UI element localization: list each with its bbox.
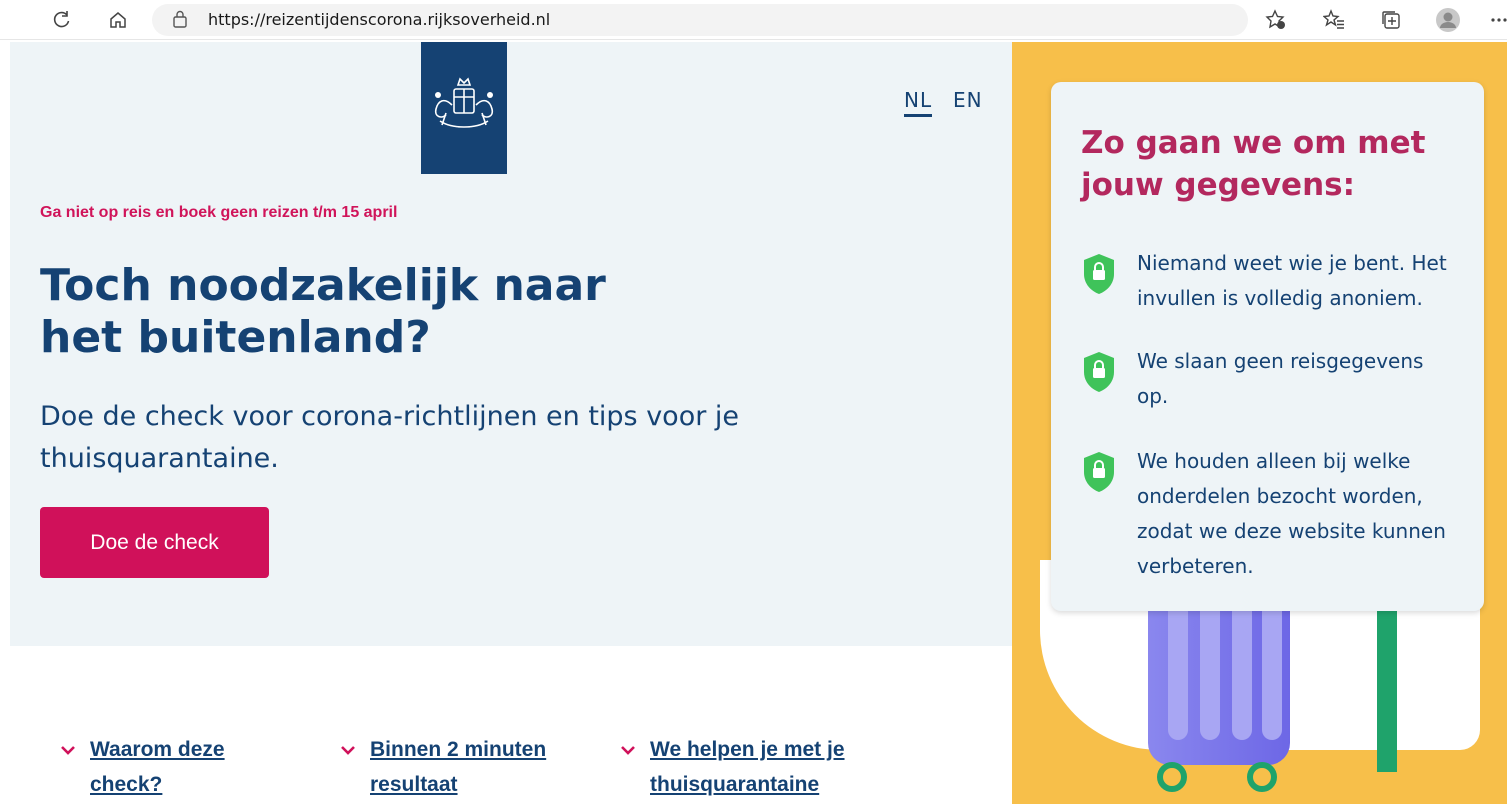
link-quarantine-line-1[interactable]: We helpen je met je [650, 732, 845, 767]
privacy-item-line: verbeteren. [1137, 554, 1254, 578]
shield-lock-icon [1081, 450, 1117, 494]
suitcase-stripe [1262, 600, 1282, 740]
privacy-item-text: We slaan geen reisgegevens op. [1137, 344, 1467, 414]
suitcase-stripe [1168, 600, 1188, 740]
privacy-item-text: We houden alleen bij welke onderdelen be… [1137, 444, 1467, 584]
privacy-item-line: We houden alleen bij welke [1137, 449, 1411, 473]
privacy-item-line: We slaan geen reisgegevens [1137, 349, 1424, 373]
browser-toolbar: https://reizentijdenscorona.rijksoverhei… [0, 0, 1507, 40]
lock-icon[interactable] [172, 10, 190, 30]
link-why-check-line-1[interactable]: Waarom deze [90, 732, 225, 767]
link-result-line-1[interactable]: Binnen 2 minuten [370, 732, 546, 767]
shield-lock-icon [1081, 350, 1117, 394]
chevron-down-icon [620, 733, 636, 768]
address-bar[interactable]: https://reizentijdenscorona.rijksoverhei… [152, 4, 1248, 36]
lead-line-2: thuisquarantaine. [40, 443, 279, 474]
link-home-quarantine[interactable]: We helpen je met je thuisquarantaine [621, 732, 845, 802]
illustration-pole [1377, 600, 1397, 772]
rijksoverheid-logo[interactable] [421, 42, 507, 174]
lang-nl-link[interactable]: NL [904, 88, 933, 117]
privacy-item-line: op. [1137, 384, 1169, 408]
do-check-button[interactable]: Doe de check [40, 507, 269, 578]
privacy-item-line: zodat we deze website kunnen [1137, 519, 1446, 543]
travel-alert: Ga niet op reis en boek geen reizen t/m … [40, 204, 398, 221]
suitcase-stripe [1200, 600, 1220, 740]
link-quarantine-line-2[interactable]: thuisquarantaine [650, 767, 845, 802]
suitcase-wheel [1157, 762, 1187, 792]
suitcase-wheel [1247, 762, 1277, 792]
lead-line-1: Doe de check voor corona-richtlijnen en … [40, 401, 740, 432]
url-text: https://reizentijdenscorona.rijksoverhei… [208, 10, 551, 29]
privacy-item-text: Niemand weet wie je bent. Het invullen i… [1137, 246, 1467, 316]
shield-lock-icon [1081, 252, 1117, 296]
link-why-check[interactable]: Waarom deze check? [61, 732, 225, 802]
privacy-title-line-1: Zo gaan we om met [1081, 125, 1426, 161]
more-icon[interactable] [1490, 6, 1507, 34]
privacy-item-line: invullen is volledig anoniem. [1137, 286, 1423, 310]
privacy-title: Zo gaan we om met jouw gegevens: [1081, 122, 1461, 206]
chevron-down-icon [340, 733, 356, 768]
favorites-add-icon[interactable] [1262, 6, 1290, 34]
privacy-card: Zo gaan we om met jouw gegevens: Niemand… [1051, 82, 1484, 611]
refresh-icon[interactable] [48, 6, 76, 34]
collections-icon[interactable] [1377, 6, 1405, 34]
lead-text: Doe de check voor corona-richtlijnen en … [40, 396, 800, 480]
favorites-icon[interactable] [1320, 6, 1348, 34]
home-icon[interactable] [104, 6, 132, 34]
link-why-check-line-2[interactable]: check? [90, 767, 225, 802]
profile-icon[interactable] [1434, 6, 1462, 34]
link-result-line-2[interactable]: resultaat [370, 767, 546, 802]
suitcase-stripe [1232, 600, 1252, 740]
privacy-title-line-2: jouw gegevens: [1081, 167, 1356, 203]
link-result-2-minutes[interactable]: Binnen 2 minuten resultaat [341, 732, 546, 802]
page-title: Toch noodzakelijk naar het buitenland? [40, 260, 740, 364]
page-title-line-2: het buitenland? [40, 312, 431, 363]
privacy-item-line: onderdelen bezocht worden, [1137, 484, 1423, 508]
page-title-line-1: Toch noodzakelijk naar [40, 260, 606, 311]
lang-en-link[interactable]: EN [953, 88, 983, 112]
chevron-down-icon [60, 733, 76, 768]
privacy-item-line: Niemand weet wie je bent. Het [1137, 251, 1447, 275]
